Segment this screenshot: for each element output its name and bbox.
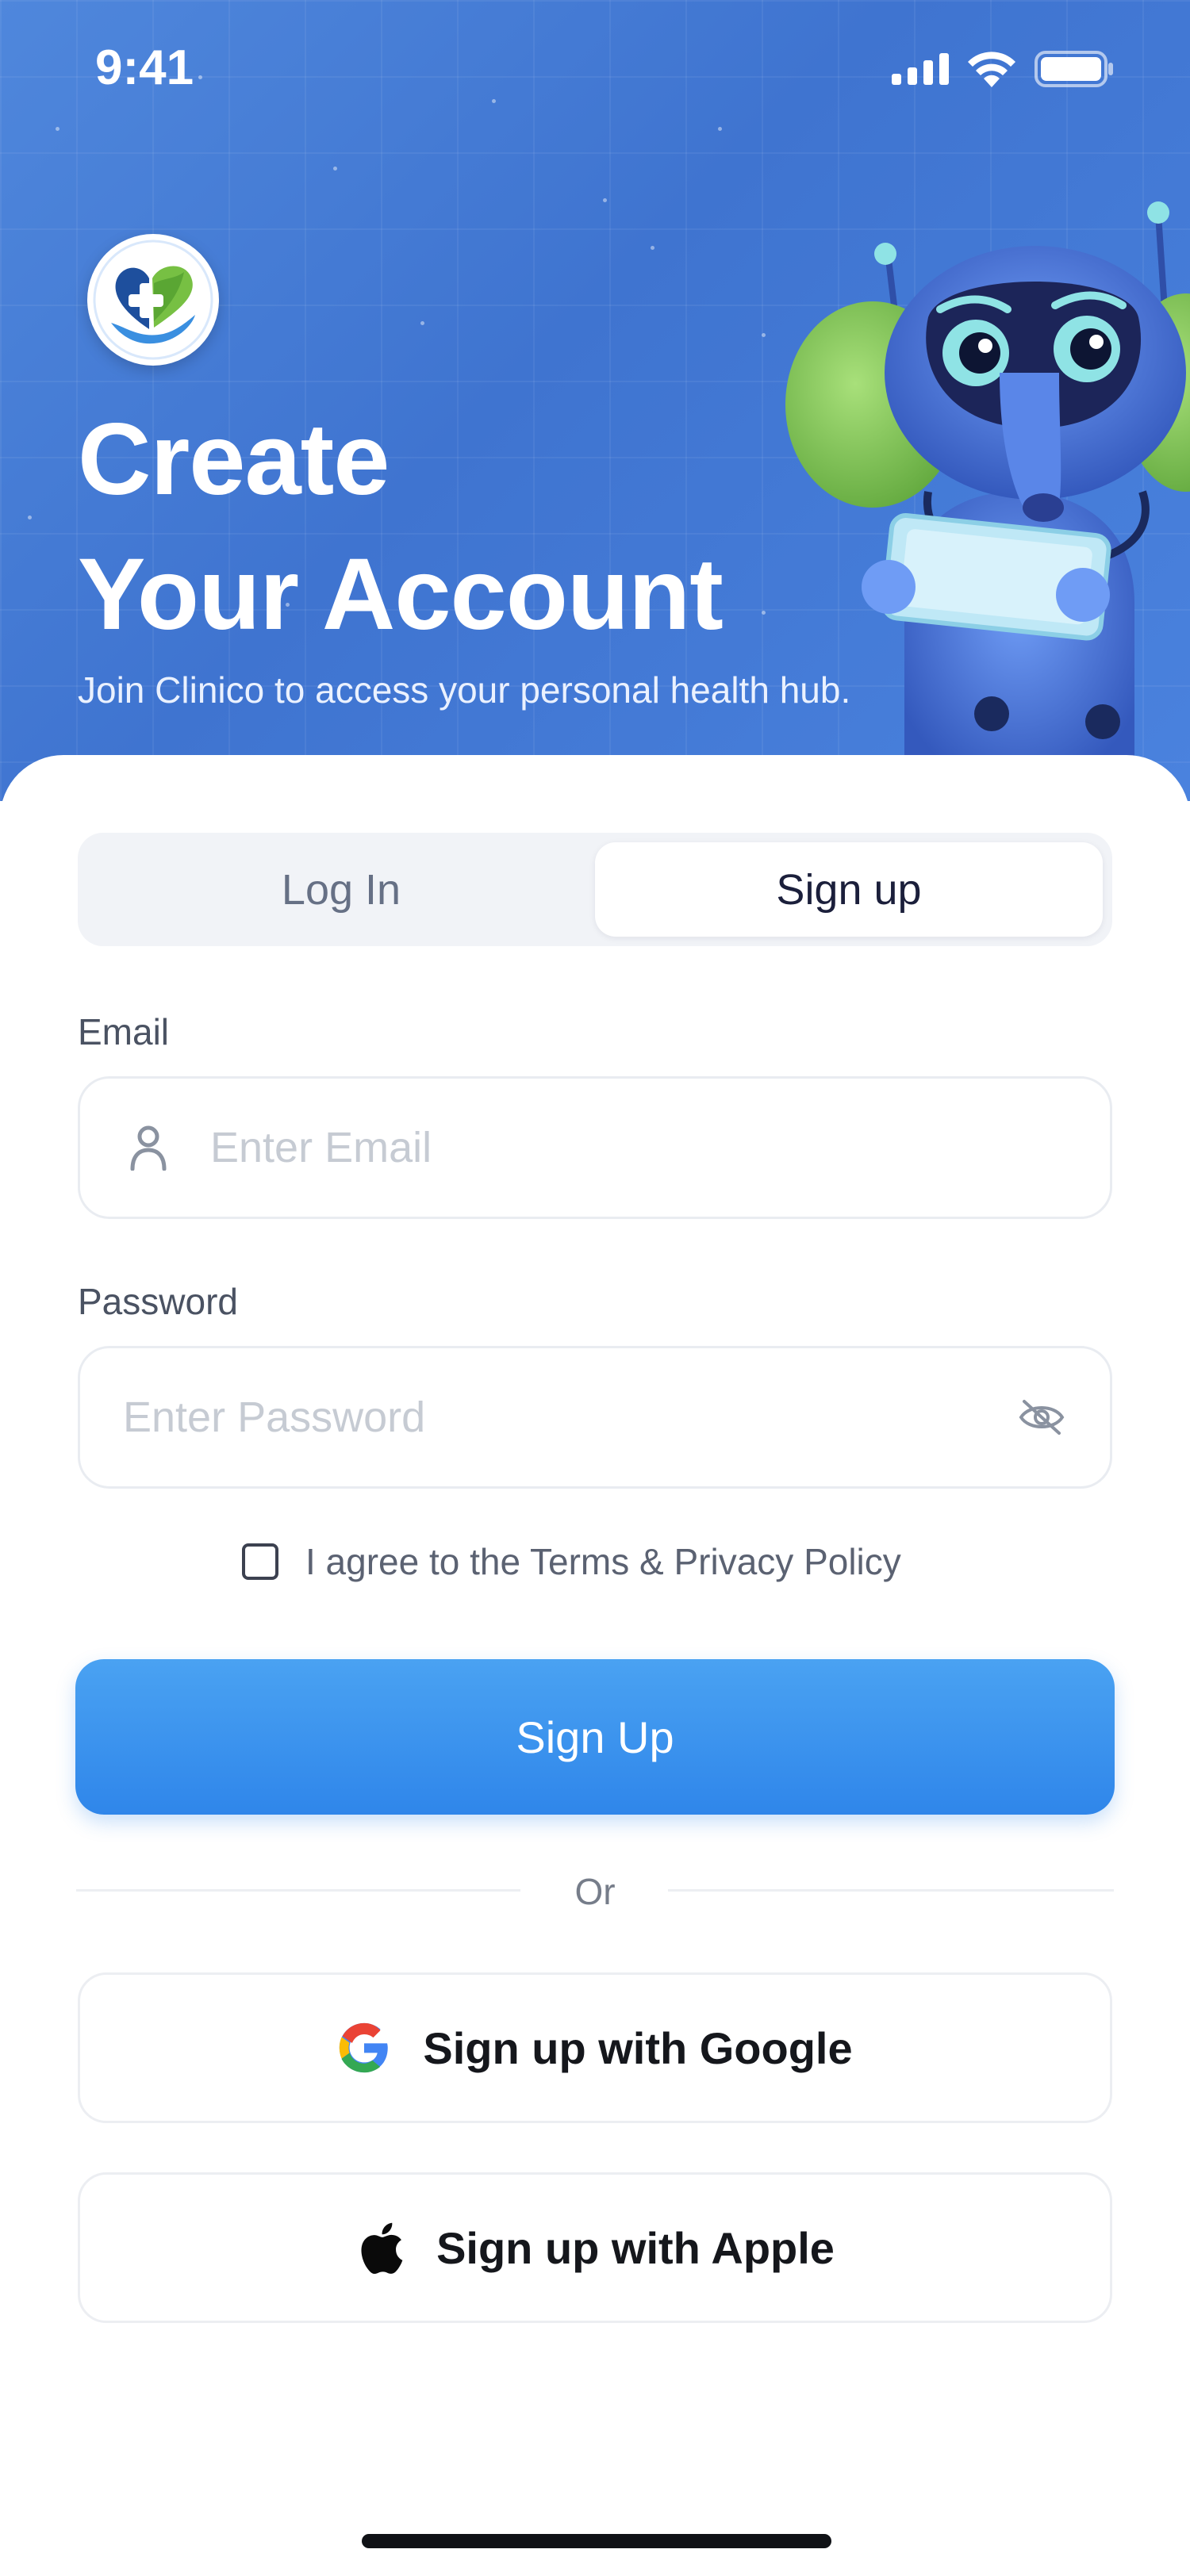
- email-label: Email: [78, 1011, 170, 1052]
- divider-text: Or: [574, 1871, 616, 1912]
- apple-logo-icon: [361, 2222, 403, 2274]
- clinico-logo: [87, 234, 219, 366]
- apple-signup-label: Sign up with Apple: [436, 2222, 835, 2273]
- status-icons: [892, 49, 1114, 89]
- star-dot: [420, 321, 424, 325]
- password-field[interactable]: [78, 1346, 1112, 1489]
- google-signup-button[interactable]: Sign up with Google: [78, 1972, 1112, 2123]
- terms-text[interactable]: I agree to the Terms & Privacy Policy: [305, 1540, 901, 1583]
- wifi-icon: [968, 52, 1015, 87]
- user-icon: [130, 1125, 167, 1171]
- page-title-line-2: Your Account: [78, 538, 724, 651]
- star-dot: [603, 198, 607, 202]
- signup-button[interactable]: Sign Up: [75, 1659, 1115, 1815]
- hero-header: 9:41 Create Your Account Join Clinico to…: [0, 0, 1190, 801]
- page-title: Create Your Account: [78, 393, 724, 662]
- password-label: Password: [78, 1281, 238, 1322]
- divider-left: [76, 1889, 520, 1892]
- terms-checkbox[interactable]: [242, 1543, 278, 1580]
- status-bar: 9:41: [0, 0, 1190, 143]
- email-input[interactable]: [210, 1123, 1004, 1172]
- home-indicator: [362, 2534, 831, 2548]
- signup-screen: 9:41 Create Your Account Join Clinico to…: [0, 0, 1190, 2576]
- auth-tabs: Log In Sign up: [78, 833, 1112, 946]
- apple-signup-button[interactable]: Sign up with Apple: [78, 2172, 1112, 2323]
- signup-card: Log In Sign up Email Password I agree: [0, 755, 1190, 2576]
- robot-elephant-mascot-illustration: [785, 201, 1190, 793]
- star-dot: [651, 246, 654, 250]
- page-subtitle: Join Clinico to access your personal hea…: [78, 669, 851, 711]
- tab-login[interactable]: Log In: [87, 842, 595, 937]
- terms-agreement: I agree to the Terms & Privacy Policy: [242, 1540, 901, 1583]
- status-time: 9:41: [95, 40, 194, 95]
- google-signup-label: Sign up with Google: [423, 2022, 853, 2073]
- star-dot: [333, 167, 337, 171]
- star-dot: [762, 611, 766, 615]
- divider-right: [668, 1889, 1114, 1892]
- password-input[interactable]: [123, 1393, 980, 1442]
- page-title-line-1: Create: [78, 403, 390, 516]
- star-dot: [28, 516, 32, 519]
- signal-icon: [892, 53, 949, 85]
- google-logo-icon: [340, 2022, 389, 2073]
- heart-hand-logo-icon: [90, 236, 217, 363]
- email-field[interactable]: [78, 1076, 1112, 1219]
- star-dot: [762, 333, 766, 337]
- battery-icon: [1035, 51, 1113, 87]
- eye-off-icon[interactable]: [1018, 1398, 1065, 1436]
- tab-signup[interactable]: Sign up: [595, 842, 1103, 937]
